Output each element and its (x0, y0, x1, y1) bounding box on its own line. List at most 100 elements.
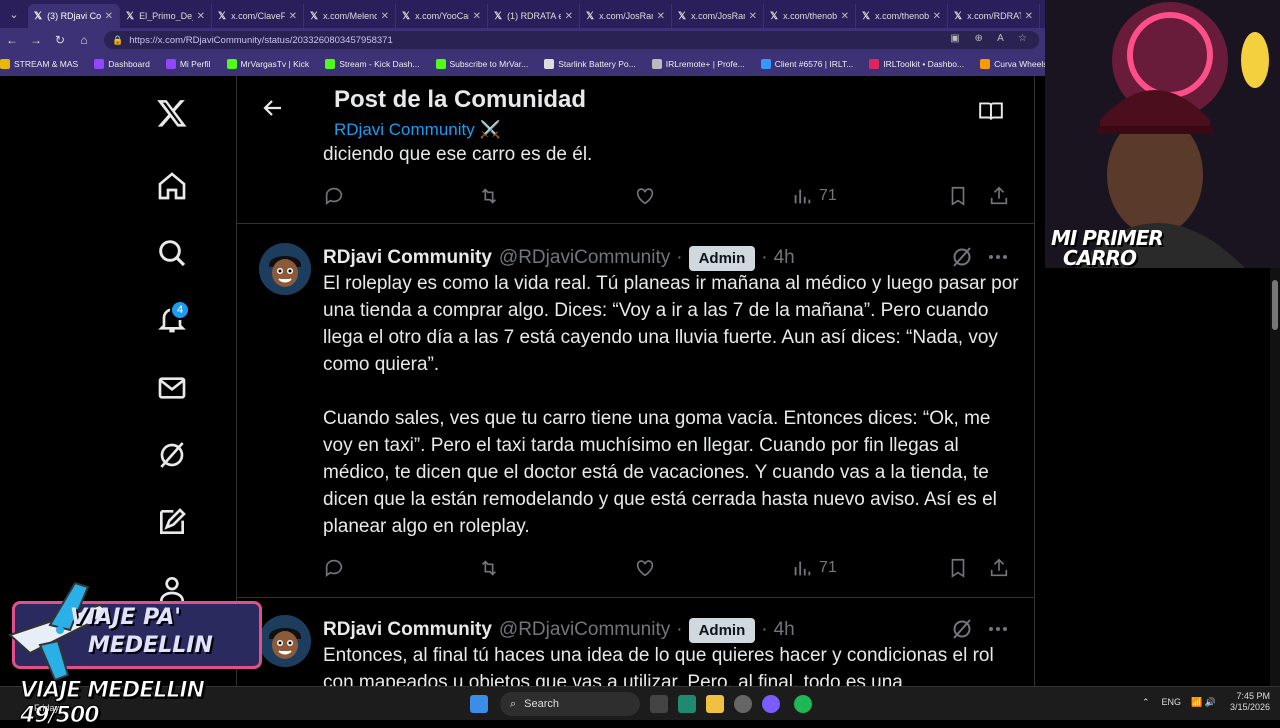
bookmarks-bar: STREAM & MAS Dashboard Mi Perfil MrVargasTv… (0, 52, 1045, 76)
post-body: El roleplay es como la vida real. Tú pla… (323, 270, 1023, 567)
browser-tab[interactable]: 𝕏x.com/Melende ✕ (304, 4, 396, 28)
more-options-icon[interactable] (986, 245, 1010, 269)
share-icon[interactable] (988, 557, 1010, 579)
like-heart-icon[interactable] (634, 185, 656, 207)
more-options-icon[interactable] (986, 617, 1010, 641)
back-nav-icon[interactable]: ← (0, 33, 24, 47)
close-icon[interactable]: ✕ (657, 11, 665, 22)
wifi-volume-icons[interactable]: 📶 🔊 (1191, 697, 1216, 708)
close-icon[interactable]: ✕ (197, 11, 205, 22)
x-logo-icon: 𝕏 (126, 10, 135, 22)
browser-tab[interactable]: 𝕏x.com/ClaveFic ✕ (212, 4, 304, 28)
community-link[interactable]: RDjavi Community ⚔️ (334, 120, 501, 140)
start-windows-icon[interactable] (470, 695, 488, 713)
home-nav-icon[interactable] (140, 161, 204, 211)
bookmark-item[interactable]: MrVargasTv | Kick (226, 59, 309, 69)
task-view-icon[interactable] (650, 695, 668, 713)
taskbar-search[interactable]: ⌕ Search (500, 692, 640, 716)
like-heart-icon[interactable] (634, 557, 656, 579)
close-icon[interactable]: ✕ (381, 11, 389, 22)
separator-dot: · (676, 619, 683, 640)
bookmark-item[interactable]: Starlink Battery Po... (544, 59, 636, 69)
search-nav-icon[interactable] (140, 228, 204, 278)
reply-icon[interactable] (323, 185, 345, 207)
file-explorer-icon[interactable] (706, 695, 724, 713)
compose-edit-icon[interactable] (140, 497, 204, 547)
bookmark-item[interactable]: Mi Perfil (165, 59, 211, 69)
avatar[interactable] (259, 243, 311, 295)
reader-mode-icon[interactable] (978, 98, 1004, 124)
bookmark-item[interactable]: STREAM & MAS (0, 59, 78, 69)
close-icon[interactable]: ✕ (565, 11, 573, 22)
browser-tab[interactable]: 𝕏x.com/YooCarli ✕ (396, 4, 488, 28)
close-icon[interactable]: ✕ (1025, 11, 1033, 22)
tab-title: (1) RDRATA en (507, 11, 561, 21)
bookmark-label: IRLToolkit • Dashbo... (883, 59, 965, 69)
bookmark-item[interactable]: Subscribe to MrVar... (435, 59, 528, 69)
repost-icon[interactable] (478, 185, 500, 207)
close-icon[interactable]: ✕ (105, 11, 113, 22)
address-bar-actions[interactable]: ▣ ⊕ A ☆ (950, 33, 1033, 44)
close-icon[interactable]: ✕ (841, 11, 849, 22)
views-count: 71 (819, 187, 837, 204)
author-handle[interactable]: @RDjaviCommunity (499, 247, 670, 269)
browser-tab[interactable]: 𝕏 (1) RDRATA en ✕ (488, 4, 580, 28)
webcam-overlay: MI PRIMER CARRO (1045, 0, 1280, 268)
tab-list-menu-icon[interactable]: ⌄ (0, 0, 28, 28)
admin-badge: Admin (688, 245, 756, 271)
bookmark-item[interactable]: IRLremote+ | Profe... (651, 59, 745, 69)
discord-icon[interactable] (762, 695, 780, 713)
views-chart-icon[interactable]: 71 (791, 557, 837, 579)
grok-icon[interactable] (950, 245, 974, 269)
edge-browser-icon[interactable] (678, 695, 696, 713)
browser-tab[interactable]: 𝕏 (3) RDjavi Com ✕ (28, 4, 120, 28)
browser-tab[interactable]: 𝕏x.com/JosRami ✕ (672, 4, 764, 28)
notifications-bell-icon[interactable]: 4 (140, 294, 204, 344)
bookmark-item[interactable]: Stream - Kick Dash... (325, 59, 420, 69)
forward-nav-icon[interactable]: → (24, 33, 48, 47)
browser-tab[interactable]: 𝕏x.com/thenob ✕ (856, 4, 948, 28)
bookmark-label: STREAM & MAS (14, 59, 79, 69)
reply-icon[interactable] (323, 557, 345, 579)
close-icon[interactable]: ✕ (473, 11, 481, 22)
author-handle[interactable]: @RDjaviCommunity (499, 619, 670, 641)
reload-icon[interactable]: ↻ (48, 33, 72, 47)
grok-icon[interactable] (950, 617, 974, 641)
tray-chevron-icon[interactable]: ⌃ (1142, 697, 1150, 708)
back-arrow-icon[interactable] (261, 96, 285, 120)
scrollbar-thumb[interactable] (1272, 280, 1278, 330)
author-name[interactable]: RDjavi Community (323, 619, 492, 641)
post-time[interactable]: 4h (774, 619, 795, 641)
share-icon[interactable] (988, 185, 1010, 207)
bookmark-favicon-icon (980, 59, 991, 69)
browser-tab[interactable]: 𝕏 El_Primo_De_ ✕ (120, 4, 212, 28)
bookmark-icon[interactable] (947, 557, 969, 579)
close-icon[interactable]: ✕ (289, 11, 297, 22)
home-icon[interactable]: ⌂ (72, 33, 96, 47)
bookmark-item[interactable]: Client #6576 | IRLT... (760, 59, 853, 69)
spotify-icon[interactable] (794, 695, 812, 713)
close-icon[interactable]: ✕ (933, 11, 941, 22)
browser-tab[interactable]: 𝕏x.com/JosRami ✕ (580, 4, 672, 28)
close-icon[interactable]: ✕ (749, 11, 757, 22)
bookmark-item[interactable]: Curva Wheels CFF76 (980, 59, 1045, 69)
language-indicator[interactable]: ENG (1162, 697, 1182, 707)
page-scrollbar[interactable] (1270, 268, 1280, 686)
bookmark-icon[interactable] (947, 185, 969, 207)
settings-gear-icon[interactable] (734, 695, 752, 713)
bookmark-item[interactable]: IRLToolkit • Dashbo... (869, 59, 964, 69)
views-chart-icon[interactable]: 71 (791, 185, 837, 207)
clock[interactable]: 7:45 PM 3/15/2026 (1230, 691, 1270, 713)
grok-icon[interactable] (140, 430, 204, 480)
x-logo-icon[interactable] (140, 88, 204, 138)
bookmark-item[interactable]: Dashboard (94, 59, 150, 69)
webcam-label: CARRO (1063, 246, 1137, 268)
browser-tab[interactable]: 𝕏x.com/RDRATA ✕ (948, 4, 1040, 28)
browser-tab[interactable]: 𝕏x.com/thenob ✕ (764, 4, 856, 28)
messages-mail-icon[interactable] (140, 363, 204, 413)
post-time[interactable]: 4h (774, 247, 795, 269)
url-field[interactable]: 🔒 https://x.com/RDjaviCommunity/status/2… (104, 31, 1039, 49)
author-name[interactable]: RDjavi Community (323, 247, 492, 269)
repost-icon[interactable] (478, 557, 500, 579)
post-divider (237, 597, 1034, 598)
